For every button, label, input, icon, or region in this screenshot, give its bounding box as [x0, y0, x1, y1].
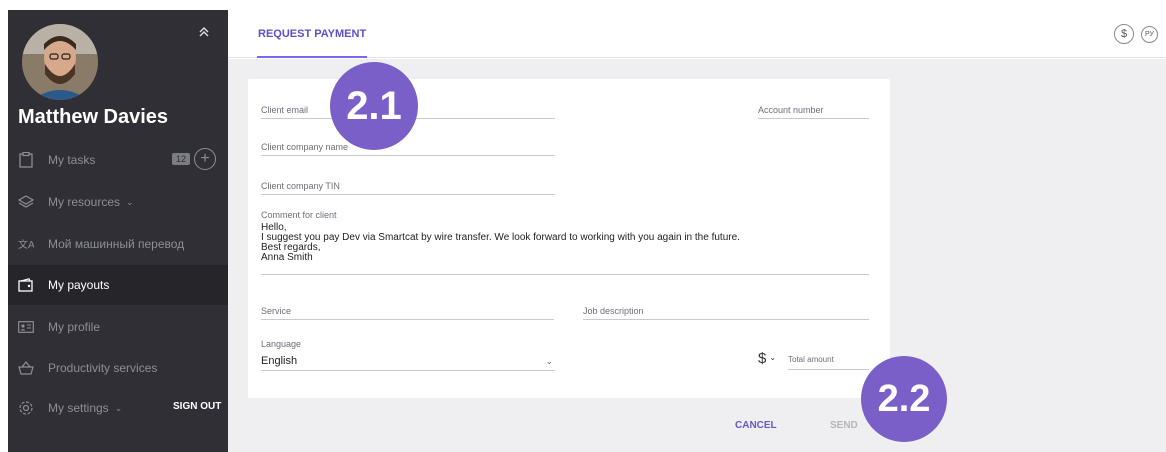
currency-rub-icon[interactable]: РУ — [1141, 26, 1158, 43]
comment-line: Anna Smith — [261, 252, 313, 263]
service-field[interactable]: Service — [261, 299, 554, 320]
sign-out-button[interactable]: SIGN OUT — [173, 401, 221, 412]
sidebar-item-label: My profile — [48, 320, 101, 334]
top-header: REQUEST PAYMENT $ РУ — [228, 10, 1166, 58]
cancel-button[interactable]: CANCEL — [735, 420, 777, 431]
comment-line: Best regards, — [261, 242, 321, 253]
profile-card-icon — [16, 318, 36, 336]
client-company-tin-field[interactable]: Client company TIN — [261, 175, 555, 195]
job-description-field[interactable]: Job description — [583, 299, 869, 320]
clipboard-icon — [16, 151, 36, 169]
wallet-icon — [16, 276, 36, 294]
comment-textarea[interactable]: Hello, I suggest you pay Dev via Smartca… — [261, 223, 869, 263]
sidebar-item-my-profile[interactable]: My profile — [8, 307, 228, 347]
account-number-field[interactable]: Account number — [758, 99, 869, 119]
user-name: Matthew Davies — [18, 106, 169, 128]
sidebar-item-my-resources[interactable]: My resources ⌄ — [8, 182, 228, 222]
currency-usd-icon[interactable]: $ — [1114, 24, 1134, 44]
step-marker-2-2: 2.2 — [861, 356, 947, 442]
language-select[interactable]: English ⌄ — [261, 355, 555, 371]
send-button[interactable]: SEND — [830, 420, 858, 431]
currency-select[interactable]: $ ⌄ — [758, 350, 776, 367]
layers-icon — [16, 193, 36, 211]
tasks-count-badge: 12 — [172, 153, 191, 165]
app-window: Matthew Davies My tasks 12 + My resource… — [0, 0, 1166, 452]
gear-icon — [16, 399, 36, 417]
sidebar-item-my-settings[interactable]: My settings ⌄ SIGN OUT — [8, 388, 228, 428]
sidebar-item-my-payouts[interactable]: My payouts — [8, 265, 228, 305]
sidebar-item-label: My settings — [48, 401, 109, 415]
sidebar-item-machine-translation[interactable]: 文A Мой машинный перевод — [8, 224, 228, 264]
svg-text:文A: 文A — [18, 238, 34, 251]
language-label: Language — [261, 339, 302, 349]
avatar[interactable] — [22, 24, 98, 100]
comment-label: Comment for client — [261, 210, 337, 220]
collapse-sidebar-icon[interactable] — [196, 26, 212, 46]
translate-icon: 文A — [16, 235, 36, 253]
comment-underline — [261, 274, 869, 275]
sidebar-item-label: My resources — [48, 195, 121, 209]
chevron-down-icon: ⌄ — [126, 196, 134, 207]
sidebar-item-productivity-services[interactable]: Productivity services — [8, 348, 228, 388]
sidebar-item-label: My payouts — [48, 278, 110, 292]
tab-request-payment[interactable]: REQUEST PAYMENT — [257, 10, 368, 58]
comment-line: I suggest you pay Dev via Smartcat by wi… — [261, 232, 740, 243]
sidebar-item-label: Productivity services — [48, 361, 158, 375]
sidebar-item-label: My tasks — [48, 153, 96, 167]
chevron-down-icon: ⌄ — [114, 402, 123, 413]
add-task-button[interactable]: + — [194, 148, 216, 170]
sidebar-item-my-tasks[interactable]: My tasks 12 + — [8, 140, 228, 180]
chevron-down-icon: ⌄ — [545, 356, 553, 366]
sidebar-item-label: Мой машинный перевод — [48, 237, 185, 251]
total-amount-input[interactable]: Total amount — [788, 355, 869, 370]
basket-icon — [16, 359, 36, 377]
step-marker-2-1: 2.1 — [330, 62, 418, 150]
sidebar: Matthew Davies My tasks 12 + My resource… — [8, 10, 228, 452]
chevron-down-icon: ⌄ — [769, 353, 777, 362]
client-company-name-field[interactable]: Client company name — [261, 136, 555, 156]
